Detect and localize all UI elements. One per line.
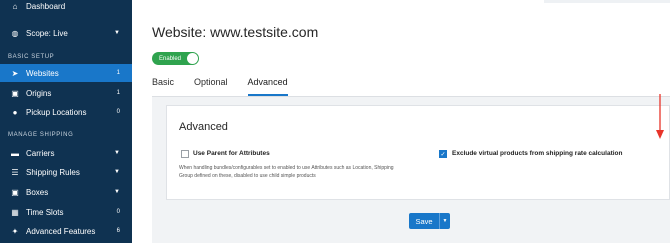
sidebar-item-label: Websites (26, 68, 59, 78)
sidebar-item-label: Dashboard (26, 1, 66, 11)
sidebar-item-origins[interactable]: ▣ Origins 1 (0, 84, 132, 102)
truck-icon: ▬ (11, 148, 19, 158)
sidebar-item-scope[interactable]: ◍ Scope: Live ▼ (0, 24, 132, 42)
use-parent-help-text: When handling bundles/configurables set … (179, 165, 394, 179)
use-parent-label: Use Parent for Attributes (193, 150, 270, 157)
chevron-down-icon: ▼ (114, 30, 120, 36)
checkmark-icon: ✓ (440, 151, 446, 158)
sidebar-item-label: Boxes (26, 187, 49, 197)
sidebar-item-label: Advanced Features (26, 226, 96, 236)
chevron-down-icon: ▼ (114, 189, 120, 195)
chevron-down-icon: ▼ (114, 169, 120, 175)
enabled-toggle[interactable]: Enabled (152, 52, 199, 65)
sidebar-item-label: Origins (26, 88, 52, 98)
toggle-knob (187, 53, 198, 64)
location-pin-icon: ● (12, 107, 18, 117)
rocket-icon: ✦ (11, 226, 19, 236)
save-button-group: Save ▼ (409, 213, 450, 229)
sidebar: ⌂ Dashboard ◍ Scope: Live ▼ BASIC SETUP … (0, 0, 132, 243)
sidebar-item-label: Pickup Locations (26, 107, 87, 117)
section-basic-setup: BASIC SETUP (8, 54, 55, 60)
toggle-label: Enabled (159, 55, 182, 62)
sidebar-item-time-slots[interactable]: ▦ Time Slots 0 (0, 203, 132, 221)
save-dropdown-toggle[interactable]: ▼ (439, 213, 450, 229)
sidebar-item-label: Scope: Live (26, 28, 68, 38)
box-icon: ▣ (11, 88, 19, 98)
sidebar-item-boxes[interactable]: ▣ Boxes ▼ (0, 183, 132, 201)
red-arrow-annotation (656, 94, 664, 139)
cursor-icon: ➤ (11, 68, 19, 78)
rules-icon: ☰ (11, 167, 19, 177)
sidebar-item-websites[interactable]: ➤ Websites 1 (0, 64, 132, 82)
tab-optional[interactable]: Optional (194, 77, 228, 96)
tab-advanced[interactable]: Advanced (247, 77, 288, 96)
sidebar-item-label: Time Slots (26, 207, 64, 217)
count-badge: 0 (116, 209, 120, 215)
box-icon: ▣ (11, 187, 19, 197)
sidebar-item-pickup-locations[interactable]: ● Pickup Locations 0 (0, 103, 132, 121)
exclude-virtual-checkbox[interactable]: ✓ (439, 150, 447, 158)
count-badge: 0 (116, 109, 120, 115)
top-strip (544, 0, 670, 3)
chevron-down-icon: ▼ (114, 150, 120, 156)
tab-bar: Basic Optional Advanced (152, 77, 308, 96)
calendar-icon: ▦ (11, 207, 19, 217)
section-manage-shipping: MANAGE SHIPPING (8, 132, 74, 138)
sidebar-item-shipping-rules[interactable]: ☰ Shipping Rules ▼ (0, 163, 132, 181)
advanced-card: Advanced Use Parent for Attributes When … (166, 105, 670, 200)
home-icon: ⌂ (12, 1, 18, 11)
main-content: Website: www.testsite.com Enabled Basic … (132, 0, 670, 243)
chevron-down-icon: ▼ (442, 218, 448, 224)
count-badge: 6 (116, 228, 120, 234)
card-title: Advanced (179, 121, 228, 133)
sidebar-item-advanced-features[interactable]: ✦ Advanced Features 6 (0, 222, 132, 240)
count-badge: 1 (116, 90, 120, 96)
save-button[interactable]: Save (409, 213, 439, 229)
tab-basic[interactable]: Basic (152, 77, 174, 96)
globe-icon: ◍ (11, 28, 19, 38)
sidebar-item-label: Shipping Rules (26, 167, 80, 177)
use-parent-checkbox[interactable] (181, 150, 189, 158)
page-title: Website: www.testsite.com (152, 24, 319, 40)
sidebar-item-dashboard[interactable]: ⌂ Dashboard (0, 0, 132, 15)
sidebar-item-label: Carriers (26, 148, 55, 158)
exclude-virtual-label: Exclude virtual products from shipping r… (452, 150, 623, 157)
sidebar-item-carriers[interactable]: ▬ Carriers ▼ (0, 144, 132, 162)
count-badge: 1 (116, 70, 120, 76)
